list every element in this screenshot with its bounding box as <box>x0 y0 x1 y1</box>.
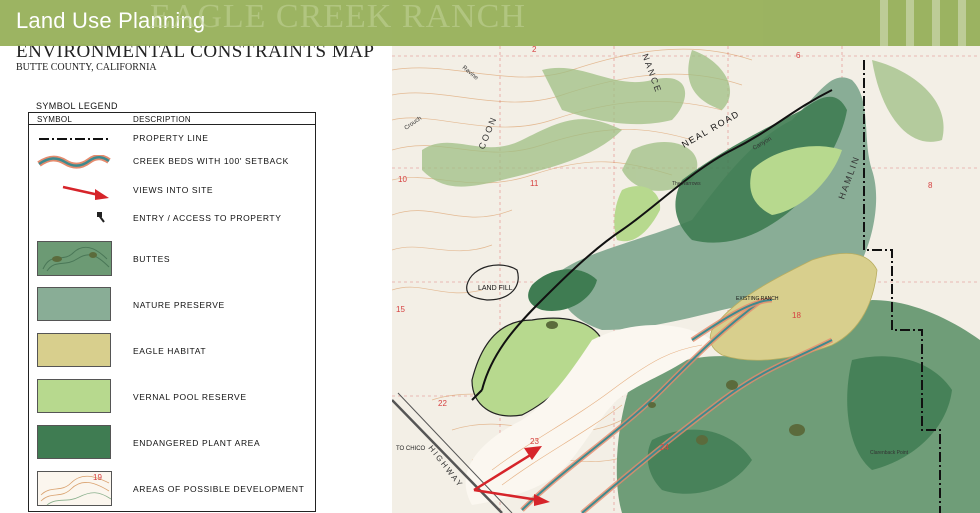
clarenback-label: Clarenback Point <box>870 450 909 456</box>
vernal-pool-swatch <box>37 379 111 413</box>
section-number: 22 <box>438 399 447 408</box>
eagle-habitat-swatch <box>37 333 111 367</box>
section-number: 2 <box>532 45 537 54</box>
entry-icon <box>97 212 105 223</box>
section-number: 6 <box>796 51 801 60</box>
view-arrow-icon <box>62 185 109 200</box>
section-number: 23 <box>530 437 539 446</box>
section-number: 18 <box>792 311 801 320</box>
legend-col-description: DESCRIPTION <box>133 115 191 124</box>
land-fill-label: LAND FILL <box>478 285 513 292</box>
legend-label: Entry / access to property <box>133 213 282 223</box>
legend-label: Nature Preserve <box>133 300 225 310</box>
ranch-name-watermark: EAGLE CREEK RANCH <box>150 0 526 35</box>
to-chico-label: TO CHICO <box>396 446 426 452</box>
section-number: 10 <box>398 175 407 184</box>
map-subtitle: BUTTE COUNTY, CALIFORNIA <box>16 62 157 73</box>
section-number: 19 <box>93 473 102 482</box>
nature-preserve-swatch <box>37 287 111 321</box>
legend-heading: SYMBOL LEGEND <box>36 101 118 111</box>
creek-icon <box>37 155 111 169</box>
property-line-icon <box>39 138 109 140</box>
section-number: 15 <box>396 305 405 314</box>
legend-divider <box>29 124 315 125</box>
legend-label: Endangered Plant Area <box>133 438 261 448</box>
legend-label: Vernal Pool Reserve <box>133 392 247 402</box>
section-number: 11 <box>530 179 539 188</box>
section-number: 8 <box>928 181 933 190</box>
legend-label: Views into site <box>133 185 214 195</box>
narrows-label: The Narrows <box>672 181 701 187</box>
banner-decoration <box>880 0 980 46</box>
legend-col-symbol: SYMBOL <box>37 115 73 124</box>
section-number: 24 <box>660 443 669 452</box>
symbol-legend: SYMBOL DESCRIPTION Property Line Creek b… <box>28 112 316 512</box>
constraints-map: NEAL ROAD COON NANCE HAMLIN HIGHWAY LAND… <box>392 0 980 513</box>
endangered-plant-swatch <box>37 425 111 459</box>
legend-label: Areas of possible development <box>133 484 305 494</box>
development-swatch: 19 <box>37 471 112 506</box>
map-canvas: NEAL ROAD COON NANCE HAMLIN HIGHWAY LAND… <box>392 0 980 513</box>
legend-label: Buttes <box>133 254 171 264</box>
existing-ranch-label: EXISTING RANCH <box>736 296 779 302</box>
legend-label: Creek beds with 100' setback <box>133 156 289 166</box>
legend-label: Eagle Habitat <box>133 346 207 356</box>
legend-label: Property Line <box>133 133 209 143</box>
buttes-swatch <box>37 241 112 276</box>
